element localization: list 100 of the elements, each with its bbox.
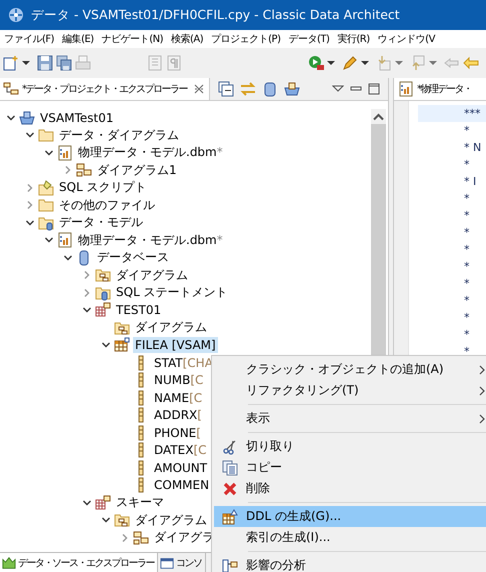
menu-item[interactable]: 実行(R)	[337, 32, 370, 46]
tree-item[interactable]: ダイアグラム	[133, 510, 209, 530]
menu-item[interactable]: 検索(A)	[170, 32, 204, 46]
tree-item[interactable]: VSAMTest01	[38, 110, 116, 126]
menu-item[interactable]: クラシック・オブジェクトの追加(A)	[214, 359, 486, 380]
tree-item[interactable]: NAME[C	[152, 390, 204, 406]
project-icon	[19, 110, 35, 126]
maximize-icon[interactable]	[368, 83, 380, 95]
window-title: データ - VSAMTest01/DFH0CFIL.cpy - Classic Data Architect	[31, 6, 400, 24]
code-line: *	[463, 293, 470, 309]
code-line: *	[463, 327, 470, 343]
code-line: * I	[463, 174, 478, 190]
model-icon	[57, 232, 73, 248]
tree-item[interactable]: 物理データ・モデル.dbm*	[76, 143, 225, 162]
collapse-all-icon[interactable]	[218, 81, 234, 97]
tree-item[interactable]: SQL スクリプト	[57, 178, 149, 198]
diagram-folder-icon	[114, 320, 130, 336]
tree-item[interactable]: AMOUNT	[152, 460, 210, 476]
table-icon	[114, 337, 130, 354]
copy-icon	[222, 460, 238, 476]
code-line: *	[463, 157, 470, 173]
delete-icon	[222, 480, 238, 496]
expand-chevron-icon[interactable]	[25, 182, 35, 193]
tree-item[interactable]: ADDRX[	[152, 407, 204, 424]
tree-item[interactable]: データ・モデル	[57, 213, 145, 232]
console-icon	[160, 556, 174, 570]
expand-chevron-icon[interactable]	[63, 165, 73, 176]
save-all-icon[interactable]	[56, 55, 72, 71]
menu-item[interactable]: ファイル(F)	[4, 32, 54, 46]
menu-item[interactable]: プロジェクト(P)	[211, 32, 280, 46]
database-icon[interactable]	[262, 81, 278, 97]
menu-item[interactable]: 削除	[214, 478, 486, 499]
code-line: *	[463, 123, 470, 139]
tree-item[interactable]: COMMEN	[152, 477, 212, 494]
code-line: *	[463, 225, 470, 241]
close-icon[interactable]	[194, 84, 204, 94]
view-tab[interactable]: *データ・プロジェクト・エクスプローラー	[0, 78, 210, 100]
tree-item[interactable]: データベース	[95, 248, 171, 268]
expand-chevron-icon[interactable]	[25, 200, 35, 210]
tree-item[interactable]: データ・ダイアグラム	[57, 126, 181, 145]
menu-item[interactable]: コピー	[214, 457, 486, 478]
collapse-chevron-icon[interactable]	[82, 498, 92, 508]
view-tab[interactable]: コンソ	[158, 553, 206, 572]
menu-item[interactable]: 影響の分析	[214, 555, 486, 572]
folder-icon	[38, 214, 54, 231]
expand-chevron-icon[interactable]	[82, 288, 92, 298]
project-icon[interactable]	[284, 81, 300, 97]
code-line: *	[463, 344, 470, 360]
menu-item[interactable]: 切り取り	[214, 436, 486, 457]
code-line: *	[463, 191, 470, 207]
tree-item[interactable]: DATEX[C	[152, 442, 209, 458]
table-icon	[222, 508, 238, 524]
tree-item[interactable]: ダイアグラム	[114, 266, 190, 285]
menu-item[interactable]: ウィンドウ(V	[378, 32, 435, 46]
dropdown-caret-icon[interactable]	[361, 59, 369, 67]
menu-item[interactable]: データ(T)	[288, 32, 330, 46]
tree-item[interactable]: その他のファイル	[57, 196, 157, 215]
explorer-icon	[3, 81, 19, 97]
expand-chevron-icon[interactable]	[120, 532, 130, 543]
run-icon[interactable]	[308, 55, 324, 71]
menu-item[interactable]: 編集(E)	[62, 32, 94, 46]
tree-item[interactable]: SQL ステートメント	[114, 283, 230, 302]
code-line: * N	[463, 140, 482, 156]
menu-item[interactable]: DDL の生成(G)...	[214, 506, 486, 527]
collapse-chevron-icon[interactable]	[63, 252, 73, 263]
save-icon[interactable]	[37, 55, 53, 71]
collapse-chevron-icon[interactable]	[25, 218, 35, 228]
menu-item[interactable]: 表示	[214, 408, 486, 429]
code-line: *	[463, 242, 470, 258]
dropdown-caret-icon[interactable]	[327, 59, 335, 67]
tree-item[interactable]: スキーマ	[114, 493, 166, 512]
diagram-icon	[222, 558, 238, 572]
schema-icon	[95, 302, 111, 318]
scissors-icon	[222, 438, 238, 454]
tree-item[interactable]: ダイアグラム1	[95, 160, 179, 180]
schema-icon	[95, 494, 111, 511]
diagram-folder-icon	[95, 267, 111, 284]
tree-item[interactable]: ダイアグラム	[133, 318, 209, 338]
code-line: *	[463, 208, 470, 224]
menu-item[interactable]: リファクタリング(T)	[214, 380, 486, 401]
tree-item[interactable]: 物理データ・モデル.dbm*	[76, 230, 225, 250]
tree-item[interactable]: FILEA [VSAM]	[133, 337, 218, 354]
scroll-up-icon[interactable]	[371, 109, 386, 124]
editor-tab[interactable]: *物理データ・	[394, 78, 486, 101]
collapse-chevron-icon[interactable]	[6, 112, 16, 123]
view-tab[interactable]: データ・ソース・エクスプローラー	[0, 553, 158, 572]
dropdown-caret-icon[interactable]	[22, 59, 30, 67]
menu-item[interactable]: ナビゲート(N)	[102, 32, 163, 46]
new-icon[interactable]	[3, 55, 19, 71]
menu-item[interactable]: 索引の生成(I)...	[214, 527, 486, 548]
model-icon	[57, 144, 73, 161]
tree-item[interactable]: TEST01	[114, 302, 164, 318]
expand-chevron-icon[interactable]	[82, 270, 92, 280]
app-icon	[8, 7, 24, 23]
tree-item[interactable]: NUMB[C	[152, 372, 206, 388]
collapse-chevron-icon[interactable]	[44, 148, 54, 158]
model-icon	[398, 81, 414, 97]
pencil-icon[interactable]	[342, 55, 358, 71]
tree-item[interactable]: PHONE[	[152, 424, 203, 441]
code-line: *	[463, 259, 470, 275]
